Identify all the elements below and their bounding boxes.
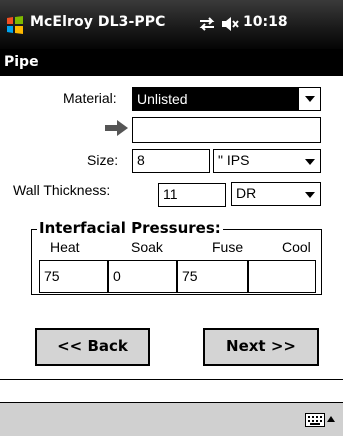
heat-label: Heat [50,239,80,255]
menu-bar [0,402,343,436]
right-arrow-icon [105,120,128,136]
windows-flag-icon[interactable] [4,14,26,36]
wall-thickness-label: Wall Thickness: [13,182,111,198]
material-label: Material: [63,90,117,106]
app-title: McElroy DL3-PPC [30,14,166,30]
chevron-down-icon[interactable] [305,159,315,165]
fuse-pressure-input[interactable]: 75 [177,260,248,293]
fuse-label: Fuse [212,239,244,255]
material-select[interactable]: Unlisted [132,87,321,111]
chevron-down-icon[interactable] [305,96,315,102]
next-button[interactable]: Next >> [203,328,319,366]
title-bar: McElroy DL3-PPC 10:18 [0,0,343,49]
cool-label: Cool [282,239,311,255]
wall-thickness-unit-value: DR [236,185,257,201]
material-selected-value: Unlisted [133,88,299,110]
size-input[interactable]: 8 [132,149,210,173]
interfacial-pressures-title: Interfacial Pressures: [37,219,223,237]
page-header: Pipe [0,49,343,76]
chevron-down-icon[interactable] [305,192,315,198]
clock[interactable]: 10:18 [243,14,288,30]
soak-pressure-input[interactable]: 0 [108,260,177,293]
cool-pressure-input[interactable] [248,260,316,293]
soak-label: Soak [131,239,163,255]
size-label: Size: [87,152,119,168]
wall-thickness-input[interactable]: 11 [158,183,226,207]
heat-pressure-input[interactable]: 75 [39,260,108,293]
separator [0,379,343,380]
chevron-up-icon[interactable] [327,416,335,422]
back-button[interactable]: << Back [35,328,150,366]
page-title: Pipe [4,54,39,70]
keyboard-icon[interactable] [305,413,325,427]
sync-arrows-icon[interactable] [197,14,217,34]
speaker-muted-icon[interactable] [220,14,240,34]
size-unit-value: " IPS [218,152,250,168]
custom-material-input[interactable] [132,117,321,143]
